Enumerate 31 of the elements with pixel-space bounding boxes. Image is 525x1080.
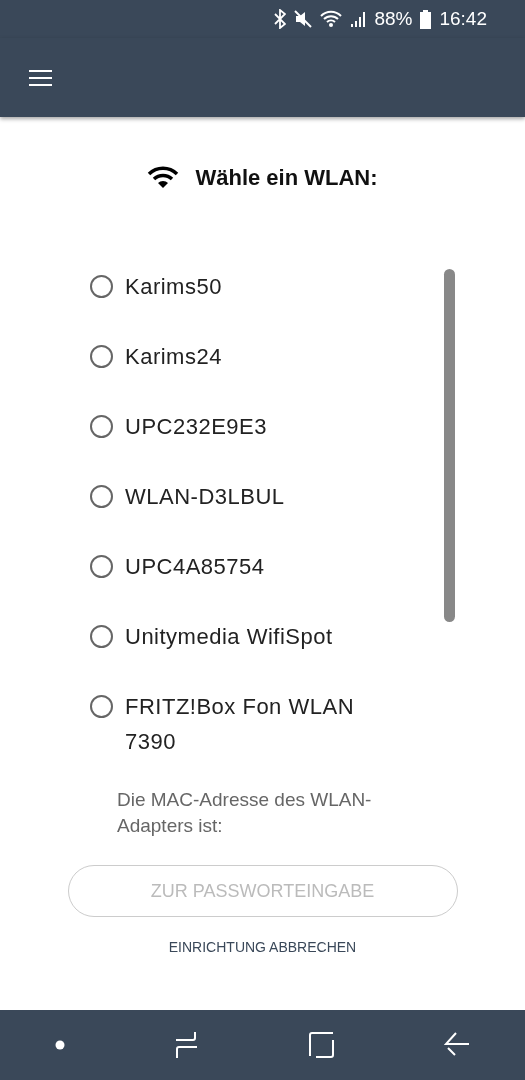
network-name[interactable]: WLAN-D3LBUL <box>125 479 375 514</box>
scrollbar[interactable] <box>444 269 455 622</box>
radio-button[interactable] <box>90 415 113 438</box>
battery-percentage: 88% <box>374 6 413 31</box>
mute-icon <box>294 10 313 28</box>
network-name[interactable]: UPC4A85754 <box>125 549 375 584</box>
network-name[interactable]: Karims24 <box>125 339 375 374</box>
network-name[interactable]: FRITZ!Box Fon WLAN 7390 <box>125 689 375 759</box>
mac-address-text: Die MAC-Adresse des WLAN-Adapters ist: <box>116 788 373 838</box>
network-name[interactable]: Unitymedia WifiSpot <box>125 619 375 654</box>
wifi-icon <box>147 165 180 189</box>
radio-button[interactable] <box>90 485 113 508</box>
bluetooth-icon <box>274 9 287 29</box>
clock: 16:42 <box>439 6 487 31</box>
dot-icon[interactable] <box>54 1040 65 1050</box>
radio-button[interactable] <box>90 275 113 298</box>
network-name[interactable]: UPC232E9E3 <box>125 409 375 444</box>
wifi-icon <box>320 10 343 28</box>
menu-icon[interactable] <box>28 68 53 87</box>
battery-icon <box>420 9 432 29</box>
back-icon[interactable] <box>444 1032 471 1058</box>
signal-icon <box>350 10 367 28</box>
recent-apps-icon[interactable] <box>174 1031 200 1059</box>
radio-button[interactable] <box>90 345 113 368</box>
cancel-link[interactable]: EINRICHTUNG ABBRECHEN <box>168 937 357 958</box>
radio-button[interactable] <box>90 695 113 718</box>
radio-button[interactable] <box>90 555 113 578</box>
title: Wähle ein WLAN: <box>195 163 378 192</box>
network-name[interactable]: Karims50 <box>125 269 375 304</box>
home-icon[interactable] <box>308 1032 335 1058</box>
radio-button[interactable] <box>90 625 113 648</box>
